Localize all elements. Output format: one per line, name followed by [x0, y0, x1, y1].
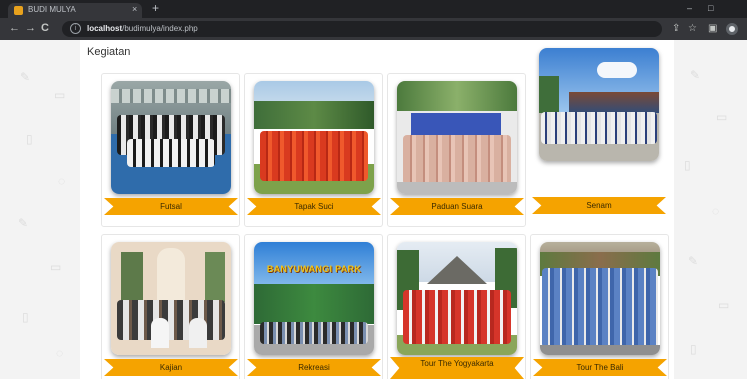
- reload-icon[interactable]: C: [41, 22, 49, 35]
- star-icon[interactable]: ☆: [688, 22, 697, 35]
- chat-doodle-icon: ▭: [50, 260, 62, 274]
- minimize-icon[interactable]: –: [687, 3, 692, 13]
- phone-doodle-icon: ▯: [690, 342, 697, 356]
- activity-card-tour-yogyakarta[interactable]: Tour The Yogyakarta: [387, 234, 526, 379]
- bubble-doodle-icon: ◌: [58, 174, 66, 188]
- phone-doodle-icon: ▯: [684, 158, 691, 172]
- share-icon[interactable]: ⇪: [672, 22, 680, 35]
- activity-label: Paduan Suara: [431, 202, 483, 211]
- senam-photo: [539, 48, 659, 161]
- favicon-icon: [14, 6, 23, 15]
- kajian-photo: [111, 242, 231, 355]
- activity-card-tour-bali[interactable]: Tour The Bali: [530, 234, 669, 379]
- pencil-doodle-icon: ✎: [18, 216, 29, 230]
- activity-label: Tapak Suci: [294, 202, 334, 211]
- tab-close-icon[interactable]: ×: [132, 4, 137, 14]
- activity-label-ribbon: Tour The Bali: [533, 359, 667, 376]
- maximize-icon[interactable]: □: [708, 3, 713, 13]
- activity-label: Rekreasi: [298, 363, 330, 372]
- tour-yogyakarta-photo: [397, 242, 517, 355]
- browser-toolbar: ← → C i localhost/budimulya/index.php ⇪ …: [0, 18, 747, 40]
- main-content: Kegiatan Futsal Tapak Suci Paduan Suara …: [80, 40, 674, 379]
- park-sign-text: BANYUWANGI PARK: [266, 264, 362, 274]
- bubble-doodle-icon: ◌: [712, 204, 720, 218]
- page-viewport: ✎ ▭ ▯ ◌ ✎ ▭ ▯ ◌ ✎ ▭ ▯ ◌ ✎ ▭ ▯ Kegiatan F…: [0, 40, 747, 379]
- pencil-doodle-icon: ✎: [690, 68, 701, 82]
- activity-label-ribbon: Tour The Yogyakarta: [390, 357, 524, 379]
- activity-card-tapak-suci[interactable]: Tapak Suci: [244, 73, 383, 227]
- chat-doodle-icon: ▭: [718, 298, 730, 312]
- phone-doodle-icon: ▯: [26, 132, 33, 146]
- bubble-doodle-icon: ◌: [56, 346, 64, 360]
- pencil-doodle-icon: ✎: [20, 70, 31, 84]
- activity-label-ribbon: Paduan Suara: [390, 198, 524, 215]
- phone-doodle-icon: ▯: [22, 310, 29, 324]
- forward-arrow-icon[interactable]: →: [25, 22, 36, 35]
- sidebar-icon[interactable]: ▣: [708, 22, 717, 35]
- activity-label: Futsal: [160, 202, 182, 211]
- activity-label: Tour The Bali: [576, 363, 624, 372]
- browser-tab-bar: BUDI MULYA × + – □: [0, 0, 747, 18]
- tapak-suci-photo: [254, 81, 374, 194]
- activity-card-rekreasi[interactable]: BANYUWANGI PARK Rekreasi: [244, 234, 383, 379]
- activity-label-ribbon: Tapak Suci: [247, 198, 381, 215]
- activity-card-paduan-suara[interactable]: Paduan Suara: [387, 73, 526, 227]
- activity-card-senam[interactable]: Senam: [530, 48, 669, 227]
- activity-label-ribbon: Kajian: [104, 359, 238, 376]
- tab-title: BUDI MULYA: [28, 5, 76, 14]
- info-icon[interactable]: i: [70, 23, 81, 34]
- chat-doodle-icon: ▭: [716, 110, 728, 124]
- url-text: localhost/budimulya/index.php: [87, 24, 198, 33]
- profile-avatar[interactable]: [726, 23, 738, 35]
- activity-label-ribbon: Futsal: [104, 198, 238, 215]
- activity-card-futsal[interactable]: Futsal: [101, 73, 240, 227]
- browser-tab[interactable]: BUDI MULYA ×: [8, 3, 142, 18]
- page-title: Kegiatan: [87, 46, 131, 58]
- chat-doodle-icon: ▭: [54, 88, 66, 102]
- new-tab-button[interactable]: +: [152, 2, 159, 14]
- pencil-doodle-icon: ✎: [688, 254, 699, 268]
- activity-label-ribbon: Rekreasi: [247, 359, 381, 376]
- back-arrow-icon[interactable]: ←: [9, 22, 20, 35]
- activity-card-kajian[interactable]: Kajian: [101, 234, 240, 379]
- rekreasi-photo: BANYUWANGI PARK: [254, 242, 374, 355]
- tour-bali-photo: [540, 242, 660, 355]
- activity-label: Senam: [586, 201, 612, 210]
- activity-label-ribbon: Senam: [532, 197, 666, 214]
- activity-label: Kajian: [159, 363, 183, 372]
- address-bar[interactable]: i localhost/budimulya/index.php ⇪: [62, 21, 680, 37]
- futsal-photo: [111, 81, 231, 194]
- paduan-suara-photo: [397, 81, 517, 194]
- activity-label: Tour The Yogyakarta: [420, 359, 494, 368]
